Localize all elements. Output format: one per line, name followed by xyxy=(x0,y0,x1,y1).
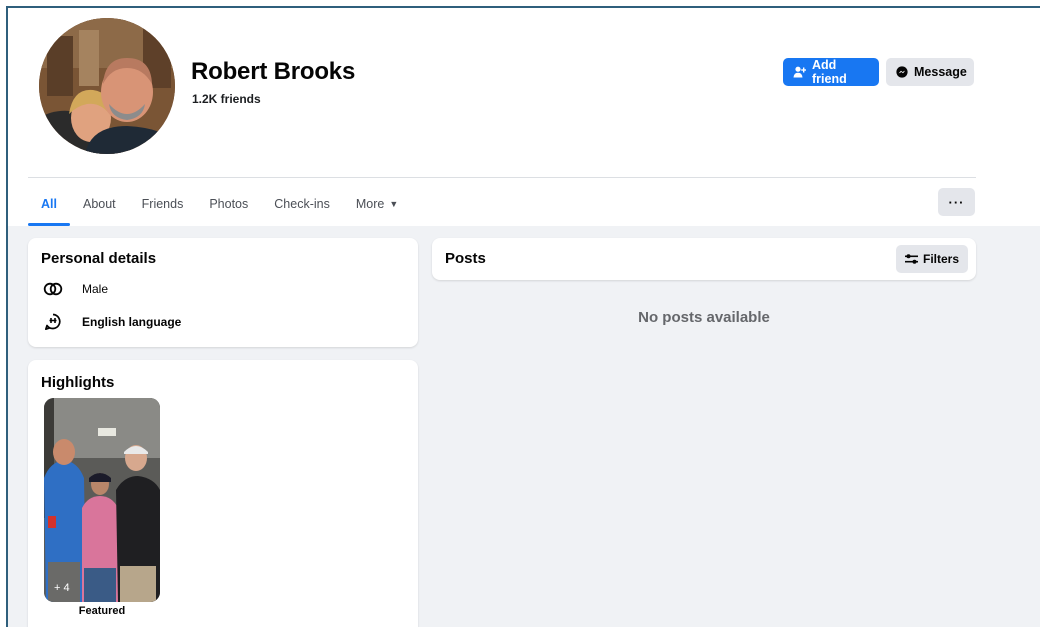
message-button[interactable]: Message xyxy=(886,58,974,86)
no-posts-message: No posts available xyxy=(638,309,770,326)
profile-content: Personal details Male English language H… xyxy=(8,226,1040,627)
add-friend-label: Add friend xyxy=(812,58,847,86)
profile-header: Robert Brooks 1.2K friends Add friend Me… xyxy=(8,8,1040,226)
language-label: English language xyxy=(82,315,182,329)
highlight-featured-photo[interactable]: + 4 xyxy=(44,398,160,602)
filters-button[interactable]: Filters xyxy=(896,245,968,273)
tab-all[interactable]: All xyxy=(28,186,70,226)
tab-check-ins[interactable]: Check-ins xyxy=(261,186,343,226)
add-person-icon xyxy=(793,66,806,78)
posts-title: Posts xyxy=(445,250,486,267)
profile-page: Robert Brooks 1.2K friends Add friend Me… xyxy=(6,6,1040,627)
highlight-count: + 4 xyxy=(54,582,70,594)
highlights-title: Highlights xyxy=(41,374,115,391)
header-divider xyxy=(28,177,976,178)
tab-friends[interactable]: Friends xyxy=(129,186,197,226)
detail-row-gender: Male xyxy=(42,280,108,298)
personal-details-title: Personal details xyxy=(41,250,157,267)
more-options-button[interactable]: ··· xyxy=(938,188,975,216)
profile-tabs: All About Friends Photos Check-ins More ▼ xyxy=(28,186,411,226)
posts-card: Posts Filters xyxy=(432,238,976,280)
language-icon xyxy=(42,313,64,331)
tab-about[interactable]: About xyxy=(70,186,129,226)
personal-details-card: Personal details Male English language xyxy=(28,238,418,347)
highlights-card: Highlights + 4 Featured xyxy=(28,360,418,627)
tab-more[interactable]: More ▼ xyxy=(343,186,411,226)
message-label: Message xyxy=(914,65,967,79)
profile-name: Robert Brooks xyxy=(191,58,356,85)
profile-avatar[interactable] xyxy=(39,18,175,154)
filters-label: Filters xyxy=(922,252,959,266)
caret-down-icon: ▼ xyxy=(389,199,399,209)
messenger-icon xyxy=(896,66,908,78)
tab-photos[interactable]: Photos xyxy=(196,186,261,226)
gender-label: Male xyxy=(82,282,109,296)
add-friend-button[interactable]: Add friend xyxy=(783,58,879,86)
tab-more-label: More xyxy=(355,197,385,211)
detail-row-language: English language xyxy=(42,313,181,331)
highlight-caption: Featured xyxy=(78,605,126,617)
friends-count[interactable]: 1.2K friends xyxy=(192,92,261,106)
gender-icon xyxy=(42,280,64,298)
filters-icon xyxy=(904,254,918,264)
